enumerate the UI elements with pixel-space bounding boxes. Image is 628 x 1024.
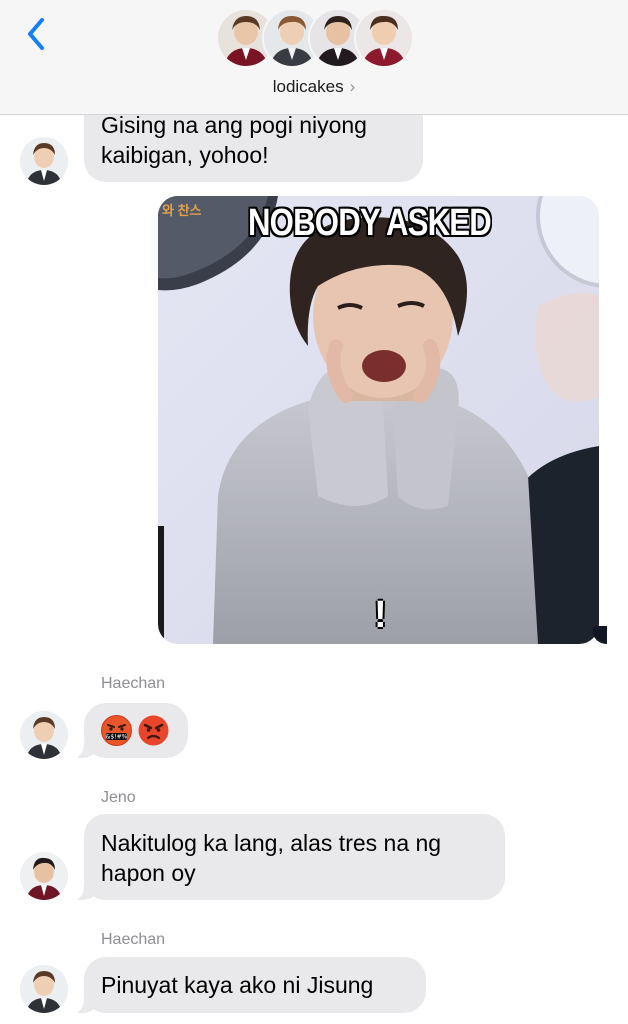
message-text: Gising na ang pogi niyong kaibigan, yoho… — [101, 112, 367, 168]
meme-watermark: 와 찬스 — [162, 203, 202, 218]
meme-exclaim: ! — [374, 594, 387, 636]
chevron-left-icon — [28, 18, 44, 50]
meme-caption: NOBODY ASKED — [248, 202, 492, 244]
group-name-button[interactable]: lodicakes › — [0, 77, 628, 97]
angry-face-emoji — [138, 715, 169, 746]
sender-name: Haechan — [101, 931, 166, 948]
message-text: Pinuyat kaya ako ni Jisung — [101, 972, 374, 998]
back-button[interactable] — [18, 14, 58, 54]
sender-avatar[interactable] — [20, 965, 68, 1013]
message-bubble[interactable]: Nakitulog ka lang, alas tres na ng hapon… — [70, 814, 505, 900]
message-bubble[interactable]: Pinuyat kaya ako ni Jisung — [70, 957, 426, 1013]
swearing-face-emoji: &$!#% — [101, 715, 132, 746]
svg-text:&$!#%: &$!#% — [106, 734, 128, 741]
sender-avatar[interactable] — [20, 137, 68, 185]
member-avatar — [354, 8, 414, 68]
image-bubble-tail — [593, 626, 607, 644]
sender-avatar[interactable] — [20, 852, 68, 900]
message-bubble[interactable]: &$!#% — [70, 703, 188, 758]
group-avatar-stack[interactable] — [216, 8, 416, 72]
group-name-label: lodicakes — [272, 77, 344, 96]
meme-image-attachment[interactable]: 와 찬스 NOBODY ASKED ! — [158, 196, 599, 644]
conversation-header: lodicakes › — [0, 0, 628, 115]
message-text: Nakitulog ka lang, alas tres na ng hapon… — [101, 830, 442, 886]
sender-name: Jeno — [101, 789, 136, 806]
sender-name: Haechan — [101, 675, 166, 692]
chevron-right-icon: › — [349, 77, 356, 96]
sender-avatar[interactable] — [20, 711, 68, 759]
meme-picture — [158, 196, 599, 644]
